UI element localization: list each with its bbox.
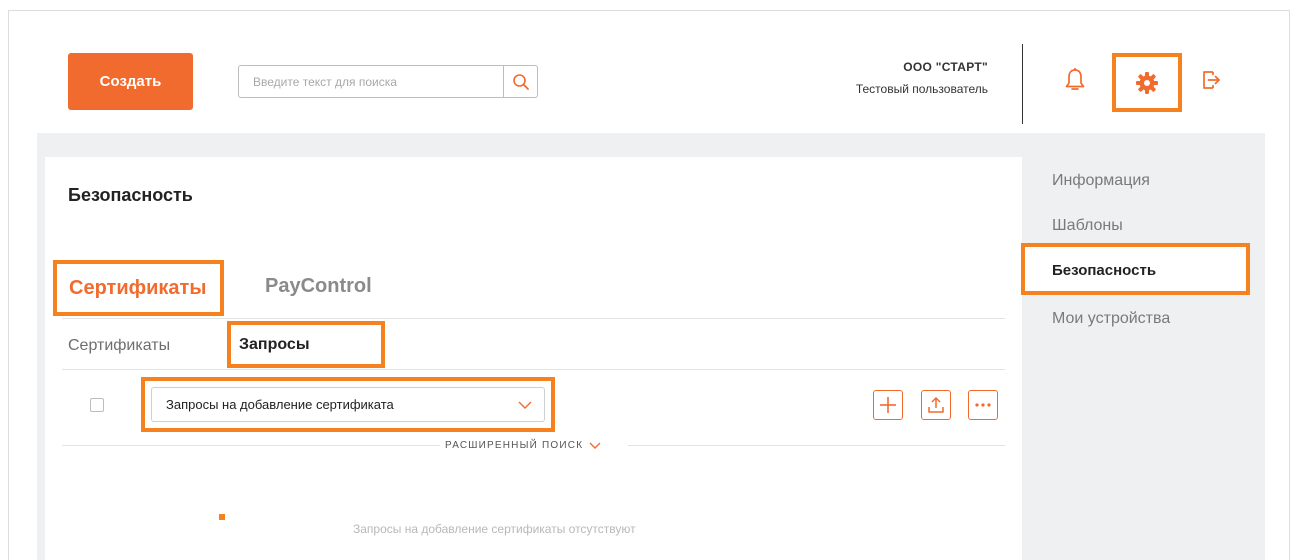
chevron-down-icon [589, 442, 601, 449]
subtab-requests-label: Запросы [239, 335, 310, 353]
loading-indicator [219, 514, 225, 520]
advanced-search-toggle[interactable]: РАСШИРЕННЫЙ ПОИСК [445, 440, 601, 451]
logout-button[interactable] [1196, 64, 1226, 96]
sidenav-item-devices[interactable]: Мои устройства [1052, 310, 1170, 328]
sidenav-item-information[interactable]: Информация [1052, 172, 1150, 190]
subtabs-divider [62, 369, 1005, 370]
notifications-button[interactable] [1060, 62, 1090, 98]
subtab-requests[interactable]: Запросы [227, 321, 385, 368]
search-button[interactable] [503, 66, 537, 97]
toolbar-divider-right [628, 445, 1005, 446]
logout-icon [1203, 71, 1220, 89]
tabs-divider [62, 318, 1005, 319]
add-button[interactable] [873, 390, 903, 420]
request-type-select[interactable]: Запросы на добавление сертификата [151, 387, 545, 422]
search-input[interactable] [239, 66, 503, 97]
empty-state-message: Запросы на добавление сертификаты отсутс… [353, 522, 636, 536]
bell-icon [1065, 68, 1085, 90]
upload-button[interactable] [921, 390, 951, 420]
org-info: ООО "СТАРТ" Тестовый пользователь [856, 60, 988, 96]
settings-button[interactable] [1112, 53, 1182, 112]
sidenav-item-templates[interactable]: Шаблоны [1052, 217, 1123, 235]
tab-paycontrol[interactable]: PayControl [265, 275, 372, 298]
user-name: Тестовый пользователь [855, 82, 988, 96]
more-icon [975, 403, 991, 407]
gear-icon [1136, 71, 1158, 94]
page-title: Безопасность [68, 185, 193, 205]
tab-certificates[interactable]: Сертификаты [53, 260, 224, 316]
header-divider [1022, 44, 1023, 124]
create-button[interactable]: Создать [68, 53, 193, 110]
select-all-checkbox[interactable] [90, 398, 104, 412]
main-card [45, 157, 1022, 560]
request-type-value: Запросы на добавление сертификата [166, 397, 394, 412]
subtab-certificates[interactable]: Сертификаты [68, 337, 170, 355]
more-button[interactable] [968, 390, 998, 420]
toolbar-divider-left [62, 445, 440, 446]
tab-certificates-label: Сертификаты [69, 276, 207, 299]
search-icon [512, 73, 529, 90]
chevron-down-icon [518, 401, 532, 409]
filter-highlight: Запросы на добавление сертификата [141, 377, 555, 432]
search-box [238, 65, 538, 98]
org-name: ООО "СТАРТ" [903, 60, 988, 74]
upload-icon [928, 396, 944, 413]
plus-icon [880, 397, 896, 413]
advanced-search-label: РАСШИРЕННЫЙ ПОИСК [445, 440, 584, 451]
sidenav-item-security-label[interactable]: Безопасность [1052, 262, 1156, 279]
